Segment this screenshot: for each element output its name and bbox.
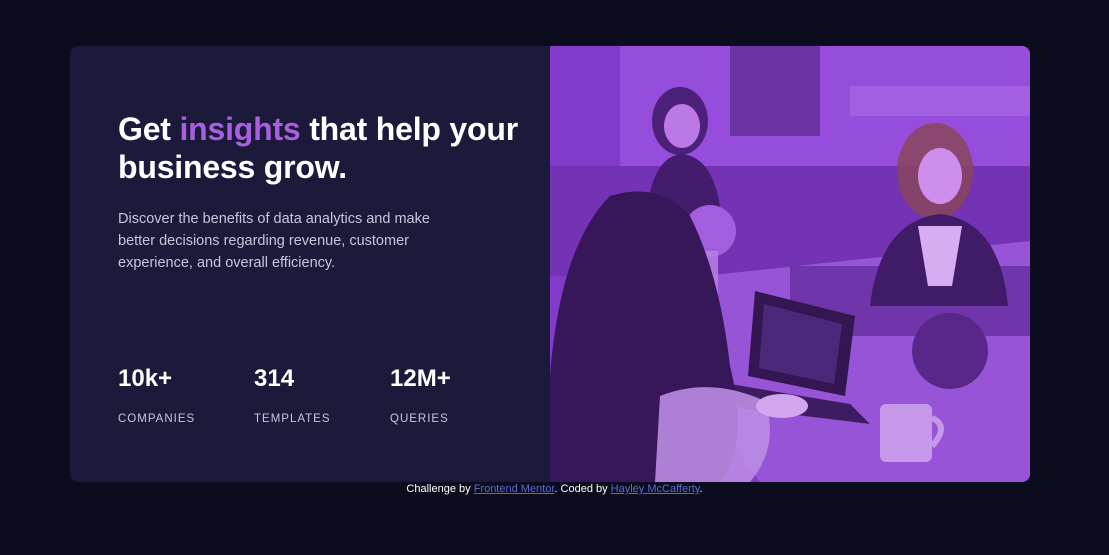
attribution-middle: . Coded by [554,483,611,495]
heading-text-1: Get [118,111,180,147]
card-content: Get insights that help your business gro… [118,46,518,482]
office-photo-image [550,46,1030,482]
photo-overlay [550,46,1030,482]
stat-companies: 10k+ COMPANIES [118,364,195,426]
stat-value: 12M+ [390,365,451,392]
stats-row: 10k+ COMPANIES 314 TEMPLATES 12M+ QUERIE… [118,364,518,444]
author-link[interactable]: Hayley McCafferty [611,483,700,495]
frontend-mentor-link[interactable]: Frontend Mentor [474,483,555,495]
stat-label: TEMPLATES [254,413,331,425]
attribution-footer: Challenge by Frontend Mentor. Coded by H… [0,482,1109,496]
attribution-prefix: Challenge by [406,483,474,495]
hero-heading: Get insights that help your business gro… [118,110,518,186]
stats-preview-card: Get insights that help your business gro… [70,46,1030,482]
heading-accent-word: insights [179,111,301,147]
stat-value: 10k+ [118,365,173,392]
stat-templates: 314 TEMPLATES [254,364,331,426]
attribution-suffix: . [699,483,703,495]
stat-queries: 12M+ QUERIES [390,364,451,426]
stat-label: QUERIES [390,413,449,425]
stat-value: 314 [254,365,295,392]
stat-label: COMPANIES [118,413,196,425]
hero-description: Discover the benefits of data analytics … [118,211,430,271]
